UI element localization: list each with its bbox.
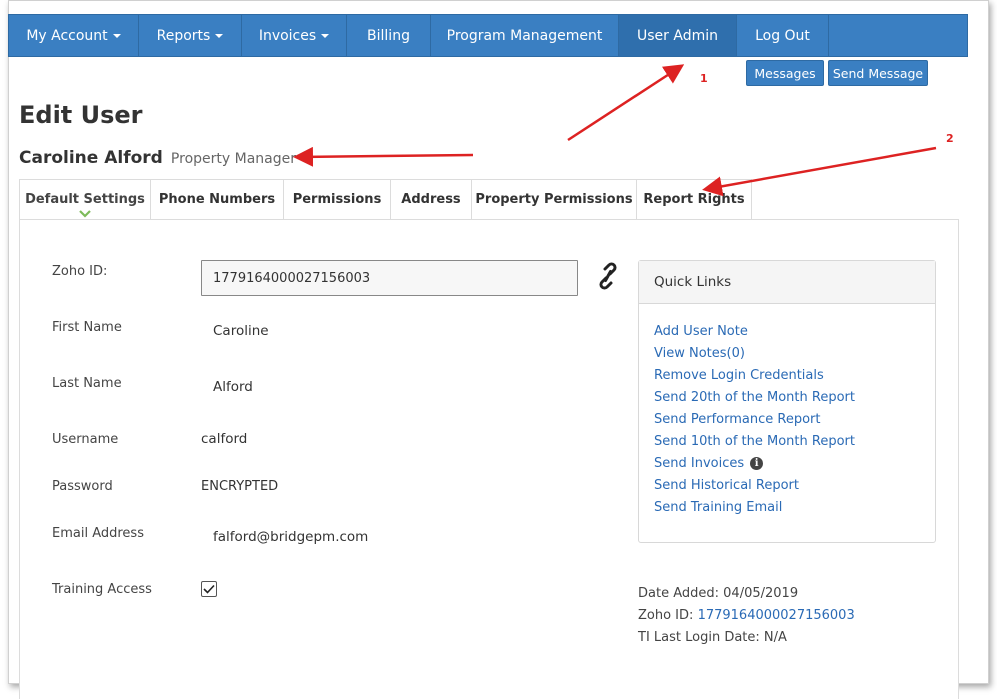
training-access-label: Training Access: [52, 582, 152, 597]
tab-address-label: Address: [401, 192, 461, 207]
send-10th-report-link[interactable]: Send 10th of the Month Report: [654, 434, 855, 449]
tab-phone-numbers-label: Phone Numbers: [158, 192, 276, 207]
checkmark-icon: [203, 584, 215, 594]
tab-report-rights-label: Report Rights: [643, 192, 745, 207]
date-added: Date Added: 04/05/2019: [638, 586, 798, 601]
add-user-note-link[interactable]: Add User Note: [654, 324, 748, 339]
tab-default-settings-label: Default Settings: [25, 192, 145, 207]
user-role: Property Manager: [170, 151, 296, 167]
chevron-down-icon: [79, 210, 91, 218]
nav-program-management[interactable]: Program Management: [431, 15, 619, 56]
zoho-id-label: Zoho ID:: [52, 264, 108, 279]
date-added-value: 04/05/2019: [723, 586, 799, 601]
send-historical-report-link[interactable]: Send Historical Report: [654, 478, 799, 493]
zoho-id-input[interactable]: [201, 260, 578, 296]
list-item: View Notes(0): [654, 342, 935, 364]
nav-reports-label: Reports: [156, 27, 211, 44]
send-performance-report-link[interactable]: Send Performance Report: [654, 412, 820, 427]
annotation-number-2: 2: [946, 132, 954, 145]
nav-program-management-label: Program Management: [446, 27, 603, 44]
send-training-email-link[interactable]: Send Training Email: [654, 500, 782, 515]
quick-links-panel: Quick Links Add User Note View Notes(0) …: [638, 260, 936, 543]
caret-down-icon: [112, 33, 121, 38]
email-label: Email Address: [52, 526, 144, 541]
tab-property-permissions[interactable]: Property Permissions: [472, 179, 637, 220]
nav-invoices-label: Invoices: [258, 27, 317, 44]
send-20th-report-link[interactable]: Send 20th of the Month Report: [654, 390, 855, 405]
send-message-button[interactable]: Send Message: [828, 60, 928, 86]
quick-links-title: Quick Links: [639, 261, 935, 304]
quick-links-list: Add User Note View Notes(0) Remove Login…: [639, 304, 935, 518]
tab-permissions-label: Permissions: [292, 192, 382, 207]
nav-my-account[interactable]: My Account: [9, 15, 139, 56]
meta-zoho-id: Zoho ID: 1779164000027156003: [638, 608, 855, 623]
first-name-value[interactable]: Caroline: [213, 323, 269, 339]
tab-default-settings[interactable]: Default Settings: [19, 179, 151, 220]
nav-log-out-label: Log Out: [755, 27, 810, 44]
caret-down-icon: [215, 33, 224, 38]
nav-reports[interactable]: Reports: [139, 15, 242, 56]
remove-login-credentials-link[interactable]: Remove Login Credentials: [654, 368, 824, 383]
nav-invoices[interactable]: Invoices: [242, 15, 347, 56]
caret-down-icon: [321, 33, 330, 38]
list-item: Send 10th of the Month Report: [654, 430, 935, 452]
messages-button[interactable]: Messages: [746, 60, 824, 86]
page-title: Edit User: [19, 101, 143, 129]
nav-billing[interactable]: Billing: [347, 15, 431, 56]
ti-last-login: TI Last Login Date: N/A: [638, 630, 787, 645]
list-item: Send Historical Report: [654, 474, 935, 496]
tab-property-permissions-label: Property Permissions: [475, 192, 633, 207]
send-invoices-link[interactable]: Send Invoices: [654, 456, 744, 471]
date-added-label: Date Added:: [638, 586, 720, 601]
ti-last-login-value: N/A: [763, 630, 787, 645]
list-item: Send Invoices i: [654, 452, 935, 474]
password-value: ENCRYPTED: [201, 479, 279, 494]
user-heading: Caroline Alford Property Manager: [19, 148, 296, 168]
nav-log-out[interactable]: Log Out: [737, 15, 829, 56]
list-item: Send Performance Report: [654, 408, 935, 430]
nav-my-account-label: My Account: [26, 27, 108, 44]
meta-zoho-id-link[interactable]: 1779164000027156003: [698, 608, 855, 623]
meta-zoho-id-label: Zoho ID:: [638, 608, 694, 623]
tab-report-rights[interactable]: Report Rights: [637, 179, 752, 220]
user-name: Caroline Alford: [19, 148, 163, 168]
username-value: calford: [201, 431, 248, 447]
list-item: Send 20th of the Month Report: [654, 386, 935, 408]
email-value[interactable]: falford@bridgepm.com: [213, 529, 368, 545]
main-nav: My Account Reports Invoices Billing Prog…: [8, 14, 968, 57]
view-notes-link[interactable]: View Notes(0): [654, 346, 745, 361]
tab-phone-numbers[interactable]: Phone Numbers: [151, 179, 284, 220]
training-access-checkbox[interactable]: [201, 581, 217, 597]
last-name-value[interactable]: Alford: [213, 379, 253, 395]
annotation-number-1: 1: [700, 72, 708, 85]
nav-filler: [829, 15, 967, 56]
nav-billing-label: Billing: [367, 27, 410, 44]
list-item: Remove Login Credentials: [654, 364, 935, 386]
nav-user-admin-label: User Admin: [637, 27, 718, 44]
ti-last-login-label: TI Last Login Date:: [638, 630, 760, 645]
username-label: Username: [52, 432, 119, 447]
list-item: Send Training Email: [654, 496, 935, 518]
tab-address[interactable]: Address: [391, 179, 472, 220]
tab-bar: Default Settings Phone Numbers Permissio…: [19, 179, 752, 220]
password-label: Password: [52, 479, 113, 494]
last-name-label: Last Name: [52, 376, 122, 391]
link-icon[interactable]: [596, 262, 620, 290]
info-icon[interactable]: i: [750, 456, 764, 470]
nav-user-admin[interactable]: User Admin: [619, 15, 737, 56]
first-name-label: First Name: [52, 320, 122, 335]
tab-permissions[interactable]: Permissions: [284, 179, 391, 220]
list-item: Add User Note: [654, 320, 935, 342]
